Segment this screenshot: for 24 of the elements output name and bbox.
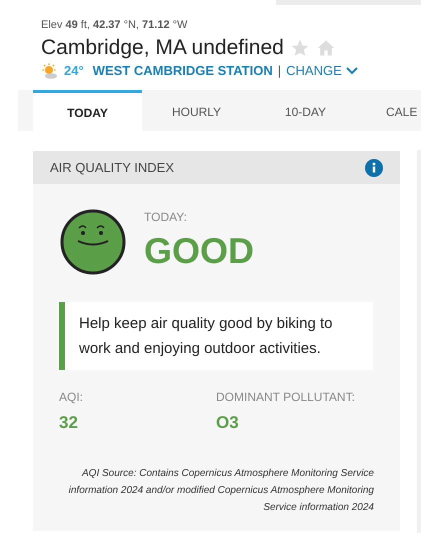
tab[interactable]: HOURLY <box>142 90 251 131</box>
station-name[interactable]: WEST CAMBRIDGE STATION <box>92 63 273 79</box>
separator: | <box>278 63 282 79</box>
home-icon[interactable] <box>316 38 336 58</box>
stat-value: O3 <box>216 412 240 434</box>
info-icon[interactable] <box>365 158 383 176</box>
air-quality-rating: GOOD <box>144 228 254 272</box>
tab[interactable]: TODAY <box>33 90 142 131</box>
period-label: TODAY: <box>144 208 188 226</box>
star-icon[interactable] <box>290 38 310 58</box>
sun-cloud-icon <box>41 63 59 79</box>
stat-value: 32 <box>59 412 79 434</box>
source-note: AQI Source: Contains Copernicus Atmosphere Monitoring Service information 2024 and/or modified Copernicus Atmosphere Monitoring Service information 2024 <box>68 466 374 514</box>
advice-text: Help keep air quality good by biking to work and enjoying outdoor activities. <box>79 314 334 359</box>
location-title: Cambridge, MA undefined <box>41 36 284 60</box>
stat-label: AQI: <box>59 389 84 406</box>
chevron-down-icon <box>346 67 358 75</box>
tab[interactable]: 10-DAY <box>251 90 360 131</box>
card-title: AIR QUALITY INDEX <box>50 158 174 177</box>
tab[interactable]: CALE <box>360 90 418 131</box>
change-station-button[interactable]: CHANGE <box>286 63 358 79</box>
temperature: 24° <box>64 63 84 79</box>
stat-label: DOMINANT POLLUTANT: <box>216 389 356 406</box>
elevation-coordinates: Elev 49 ft, 42.37 °N, 71.12 °W <box>41 19 188 32</box>
